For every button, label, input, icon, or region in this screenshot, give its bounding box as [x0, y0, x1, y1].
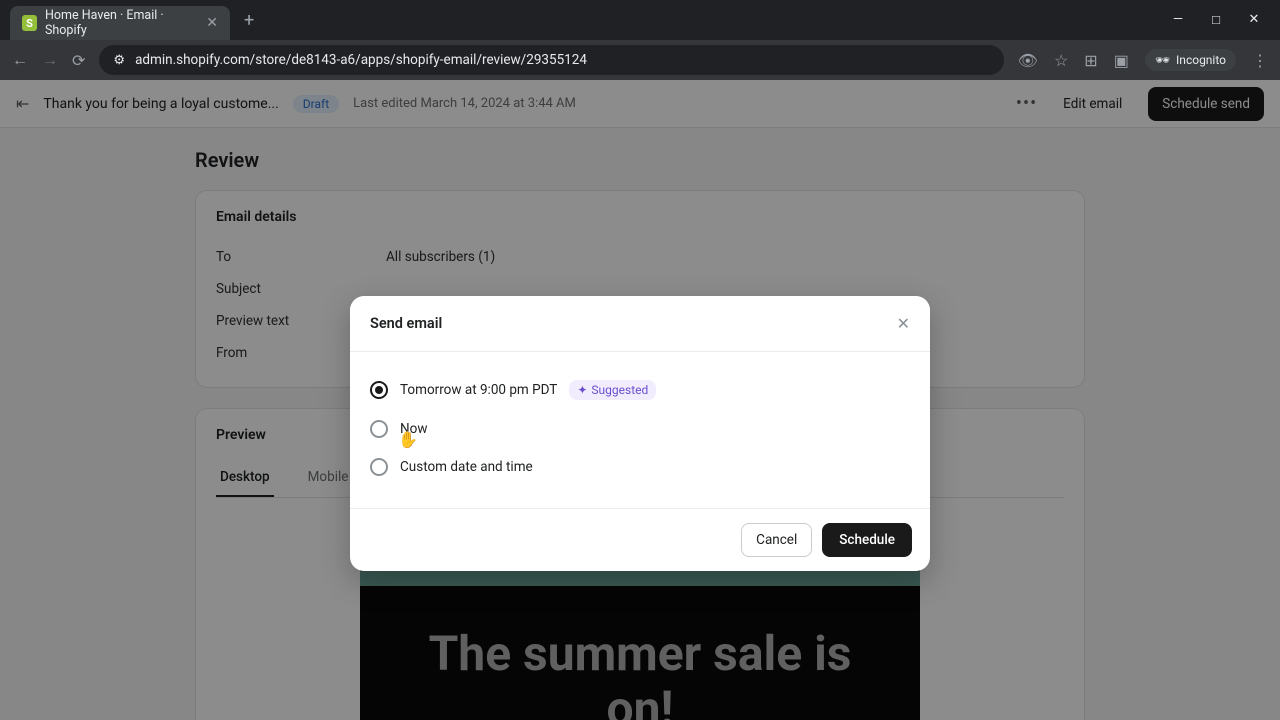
radio-label: Now: [400, 421, 427, 437]
side-panel-icon[interactable]: ▣: [1114, 51, 1129, 70]
new-tab-button[interactable]: +: [238, 10, 260, 31]
window-controls: — □ ✕: [1170, 12, 1270, 28]
incognito-badge[interactable]: 🕶 Incognito: [1145, 49, 1236, 71]
incognito-icon: 🕶: [1155, 53, 1170, 67]
extensions-icon[interactable]: ⊞: [1084, 51, 1097, 70]
modal-title: Send email: [370, 315, 442, 332]
send-email-modal: Send email ✕ Tomorrow at 9:00 pm PDT ✦ S…: [350, 296, 930, 571]
radio-icon: [370, 420, 388, 438]
url-bar[interactable]: ⚙ admin.shopify.com/store/de8143-a6/apps…: [99, 45, 1003, 75]
close-window-icon[interactable]: ✕: [1246, 12, 1262, 28]
reload-icon[interactable]: ⟳: [72, 51, 85, 70]
radio-option-suggested[interactable]: Tomorrow at 9:00 pm PDT ✦ Suggested: [370, 370, 910, 410]
cancel-button[interactable]: Cancel: [741, 523, 812, 557]
favicon-icon: S: [22, 15, 37, 31]
browser-address-bar: ← → ⟳ ⚙ admin.shopify.com/store/de8143-a…: [0, 40, 1280, 80]
radio-option-now[interactable]: Now: [370, 410, 910, 448]
radio-icon: [370, 381, 388, 399]
radio-label: Tomorrow at 9:00 pm PDT: [400, 382, 557, 398]
radio-label: Custom date and time: [400, 459, 533, 475]
maximize-icon[interactable]: □: [1208, 12, 1224, 28]
minimize-icon[interactable]: —: [1170, 12, 1186, 28]
browser-tab[interactable]: S Home Haven · Email · Shopify ✕: [10, 6, 230, 40]
modal-close-icon[interactable]: ✕: [897, 314, 910, 333]
url-text: admin.shopify.com/store/de8143-a6/apps/s…: [135, 52, 587, 68]
site-settings-icon[interactable]: ⚙: [113, 53, 125, 68]
back-icon[interactable]: ←: [12, 50, 28, 70]
forward-icon[interactable]: →: [42, 50, 58, 70]
tab-close-icon[interactable]: ✕: [206, 15, 218, 31]
bookmark-icon[interactable]: ☆: [1054, 51, 1068, 70]
radio-option-custom[interactable]: Custom date and time: [370, 448, 910, 486]
tab-title: Home Haven · Email · Shopify: [45, 8, 198, 38]
sparkle-icon: ✦: [577, 383, 587, 397]
radio-icon: [370, 458, 388, 476]
eye-off-icon[interactable]: 👁: [1018, 51, 1038, 70]
suggested-badge: ✦ Suggested: [569, 380, 656, 400]
browser-menu-icon[interactable]: ⋮: [1252, 51, 1268, 70]
browser-tab-strip: S Home Haven · Email · Shopify ✕ + — □ ✕: [0, 0, 1280, 40]
schedule-button[interactable]: Schedule: [822, 523, 912, 557]
